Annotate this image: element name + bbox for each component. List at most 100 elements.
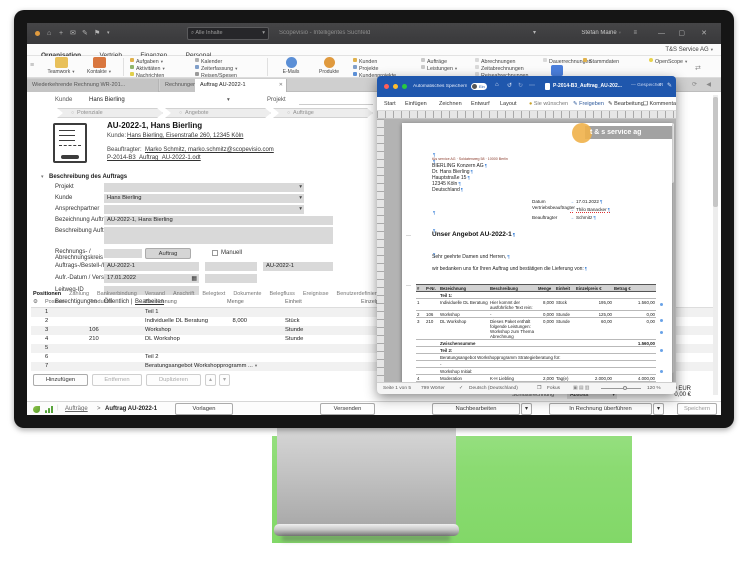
duplicate-position-button[interactable]: Duplizieren xyxy=(146,374,201,386)
menu-start[interactable]: Start xyxy=(384,97,396,111)
auftrag-button[interactable]: Auftrag xyxy=(145,248,191,259)
in-rechnung-caret[interactable]: ▾ xyxy=(653,403,664,415)
comment-dot-icon[interactable] xyxy=(660,349,663,352)
section-caret-icon[interactable]: ▾ xyxy=(41,174,44,180)
doc-tab-auftrag[interactable]: Auftrag AU-2022-1 ✕ xyxy=(195,79,287,92)
move-up-button[interactable]: ▴ xyxy=(205,374,216,386)
kommentare-button[interactable]: ❑ Kommentare xyxy=(643,97,676,111)
home-icon[interactable]: ⌂ xyxy=(47,23,51,44)
nachbearbeiten-button[interactable]: Nachbearbeiten xyxy=(432,403,520,415)
spellcheck-icon[interactable]: ✓ xyxy=(459,383,463,394)
projekt-select[interactable] xyxy=(104,183,304,192)
section-title[interactable]: Beschreibung des Auftrags xyxy=(49,174,127,180)
step-potenziale[interactable]: Potenziale xyxy=(57,108,163,118)
zoom-level[interactable]: 120 % xyxy=(647,383,661,394)
gear-icon[interactable]: ⚙ xyxy=(33,299,38,305)
kunde-link[interactable]: Hans Bierling, Eisenstraße 260, 12345 Kö… xyxy=(127,133,243,139)
minimize-traffic-light[interactable] xyxy=(393,84,398,89)
undo-icon[interactable]: ↺ xyxy=(507,82,512,89)
remove-position-button[interactable]: Entfernen xyxy=(92,374,142,386)
kunde-caret-icon[interactable]: ▾ xyxy=(227,97,230,103)
focus-label[interactable]: Fokus xyxy=(547,383,560,394)
add-position-button[interactable]: Hinzufügen xyxy=(33,374,88,386)
bestellnr-input[interactable] xyxy=(205,262,257,271)
ribbon-item-stammdaten[interactable]: Stammdaten xyxy=(583,58,619,66)
share-icon[interactable]: ✎ xyxy=(667,82,672,89)
comment-dot-icon[interactable] xyxy=(660,303,663,306)
in-rechnung-button[interactable]: In Rechnung überführen xyxy=(549,403,652,415)
ribbon-item-openscope[interactable]: OpenScope xyxy=(649,58,687,66)
bezeichnung-input[interactable]: AU-2022-1, Hans Bierling xyxy=(104,216,333,225)
chart-icon[interactable] xyxy=(45,406,53,413)
vorlagen-button[interactable]: Vorlagen xyxy=(175,403,233,415)
leaf-icon[interactable] xyxy=(33,406,40,413)
freigeben-button[interactable]: ✎ Freigeben xyxy=(573,97,604,111)
outline-collapse-icon[interactable]: — xyxy=(406,233,411,239)
tab-close-icon[interactable]: ✕ xyxy=(279,79,283,92)
dots-icon[interactable]: ⋯ xyxy=(529,82,535,89)
document-page[interactable]: t & s service ag t&s service AG · Soldat… xyxy=(402,123,672,382)
doc-tab-wr[interactable]: Wiederkehrende Rechnung WR-201... xyxy=(27,79,159,92)
maximize-traffic-light[interactable] xyxy=(402,84,407,89)
close-button[interactable]: ✕ xyxy=(701,23,707,44)
comment-dot-icon[interactable] xyxy=(660,370,663,373)
ribbon-item-leistungen[interactable]: Leistungen xyxy=(421,65,457,73)
versandart-input[interactable] xyxy=(205,274,257,283)
menu-tellme[interactable]: ● Sie wünschen xyxy=(529,97,568,111)
breadcrumb-link[interactable]: Aufträge xyxy=(65,406,88,412)
minimize-button[interactable]: — xyxy=(658,23,665,44)
produkte-button[interactable]: Produkte xyxy=(311,57,347,75)
collapse-ribbon-icon[interactable]: ≡ xyxy=(30,62,34,69)
file-link[interactable]: P-2014-B3_Auftrag_AU-2022-1.odt xyxy=(107,155,201,161)
language-indicator[interactable]: Deutsch (Deutschland) xyxy=(469,383,518,394)
step-auftraege[interactable]: Aufträge xyxy=(273,108,373,118)
view-icons[interactable]: ▣ ▤ ▥ xyxy=(573,383,589,394)
page-indicator[interactable]: Seite 1 von 5 xyxy=(383,383,411,394)
zoom-slider[interactable] xyxy=(601,388,641,389)
datum-input[interactable]: 17.01.2022 ▦ xyxy=(104,274,199,283)
close-traffic-light[interactable] xyxy=(384,84,389,89)
back-icon[interactable]: ◀ xyxy=(706,81,711,88)
focus-icon[interactable]: ❒ xyxy=(537,383,541,394)
bearbeitung-button[interactable]: ✎ Bearbeitung xyxy=(608,97,644,111)
user-menu[interactable]: Stefan Maine xyxy=(581,30,621,36)
mail-icon[interactable]: ✉ xyxy=(70,23,76,44)
kontakte-button[interactable]: Kontakte xyxy=(81,57,117,75)
autosave-toggle[interactable]: Ein xyxy=(471,83,487,90)
menu-layout[interactable]: Layout xyxy=(500,97,517,111)
swap-icon[interactable]: ⇄ xyxy=(695,64,701,72)
ansprechpartner-select[interactable] xyxy=(104,205,304,214)
redo-icon[interactable]: ↻ xyxy=(518,82,523,89)
quick-kunde-value[interactable]: Hans Bierling xyxy=(89,97,125,103)
manuell-checkbox[interactable] xyxy=(212,250,218,256)
grid-icon[interactable]: ≡ xyxy=(633,23,637,44)
step-angebote[interactable]: Angebote xyxy=(165,108,271,118)
search-input[interactable]: ⌕ Alle Inhalte ▾ xyxy=(187,27,269,40)
speichern-button[interactable]: Speichern xyxy=(677,403,717,415)
window-dot-icon[interactable] xyxy=(35,31,40,36)
emails-button[interactable]: E-Mails xyxy=(273,57,309,75)
word-doc-title[interactable]: P-2014-B3_Auftrag_AU-202... xyxy=(553,83,622,89)
pin-icon[interactable]: ▾ xyxy=(533,23,536,44)
app-scrollbar[interactable] xyxy=(713,95,718,395)
calendar-icon[interactable]: ▦ xyxy=(191,275,197,282)
comment-dot-icon[interactable] xyxy=(660,319,663,322)
menu-zeichnen[interactable]: Zeichnen xyxy=(439,97,462,111)
rechnungskreis-field[interactable] xyxy=(104,249,142,258)
search-icon[interactable]: ⌕ xyxy=(659,82,662,89)
word-count[interactable]: 799 Wörter xyxy=(421,383,445,394)
quick-projekt-field[interactable] xyxy=(299,96,373,105)
internenr-input[interactable]: AU-2022-1 xyxy=(263,262,333,271)
comment-dot-icon[interactable] xyxy=(660,331,663,334)
flag-icon[interactable]: ⚑ xyxy=(94,23,100,44)
edit-icon[interactable]: ✎ xyxy=(82,23,88,44)
versenden-button[interactable]: Versenden xyxy=(320,403,375,415)
beauftragter-link[interactable]: Marko Schmitz, marko.schmitz@scopevisio.… xyxy=(145,147,274,153)
chevron-down-icon[interactable]: ▾ xyxy=(107,23,110,44)
refresh-icon[interactable]: ⟳ xyxy=(692,81,697,88)
blue-app-icon[interactable] xyxy=(551,65,563,76)
plus-icon[interactable]: + xyxy=(59,23,63,44)
company-switcher[interactable]: T&S Service AG xyxy=(665,44,713,56)
beschreibung-textarea[interactable] xyxy=(104,227,333,244)
outline-collapse-icon[interactable]: — xyxy=(406,283,411,289)
